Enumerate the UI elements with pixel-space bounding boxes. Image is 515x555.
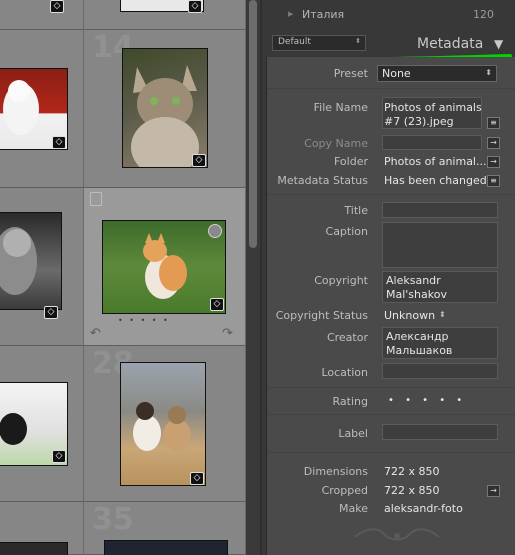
grid-cell[interactable]: ◇ <box>0 188 84 346</box>
folder-label: Folder <box>334 155 368 168</box>
title-label: Title <box>344 204 368 217</box>
photo-thumbnail[interactable] <box>0 212 62 310</box>
metadata-status-value: Has been changed <box>384 174 487 187</box>
expand-triangle-icon[interactable]: ▶ <box>288 10 293 18</box>
photo-thumbnail[interactable] <box>122 48 208 177</box>
copy-name-field[interactable] <box>382 135 482 150</box>
metadata-tag-icon: ◇ <box>190 472 204 485</box>
two-cats-photo <box>133 402 191 451</box>
collapse-triangle-icon[interactable]: ▼ <box>494 37 503 51</box>
rating-label: Rating <box>332 395 368 408</box>
grid-cell[interactable]: ◇ <box>0 346 84 502</box>
collection-count: 120 <box>473 8 494 21</box>
dropdown-value: Default <box>278 37 311 47</box>
up-down-arrows-icon: ⬍ <box>355 37 361 45</box>
creator-label: Creator <box>326 331 368 344</box>
flag-icon[interactable] <box>90 192 102 206</box>
divider <box>267 452 515 453</box>
metadata-status-label: Metadata Status <box>277 174 368 187</box>
make-label: Make <box>339 502 368 515</box>
grid-cell-selected[interactable]: 21 ◇ • • • • • ↶ ↷ <box>84 188 246 346</box>
divider <box>267 194 515 195</box>
grid-cell[interactable] <box>0 502 84 555</box>
tabby-cat-photo <box>131 65 199 177</box>
metadata-tag-icon: ◇ <box>188 0 202 13</box>
metadata-panel: Preset None ⬍ File Name Photos of animal… <box>266 57 515 555</box>
preset-label: Preset <box>333 67 368 80</box>
file-name-line1: Photos of animals <box>384 101 482 114</box>
photo-thumbnail[interactable] <box>104 540 228 555</box>
caption-field[interactable] <box>382 222 498 268</box>
preset-value: None <box>382 67 411 80</box>
location-field[interactable] <box>382 363 498 379</box>
photo-grid: ◇ ◇ ◇ 14 ◇ ◇ 21 ◇ • • • • • ↶ ↷ ◇ 28 ◇ 3… <box>0 0 246 555</box>
star-rating-dots[interactable]: • • • • • <box>118 316 170 325</box>
longhair-cat-photo <box>0 227 37 295</box>
grid-cell[interactable]: ◇ <box>84 0 246 30</box>
divider <box>267 387 515 388</box>
copy-name-label: Copy Name <box>304 137 368 150</box>
cell-number: 35 <box>92 502 134 537</box>
title-field[interactable] <box>382 202 498 218</box>
metadata-tag-icon: ◇ <box>210 298 224 311</box>
preset-select[interactable]: None ⬍ <box>377 65 497 82</box>
copyright-line1: Aleksandr <box>386 274 441 287</box>
ginger-cat-photo <box>143 233 187 299</box>
copyright-status-label: Copyright Status <box>275 309 368 322</box>
label-field[interactable] <box>382 424 498 440</box>
collection-name[interactable]: Италия <box>302 8 344 21</box>
folder-arrow-icon[interactable]: → <box>487 156 500 168</box>
metadata-status-list-icon[interactable]: ≡ <box>487 175 500 187</box>
metadata-tag-icon: ◇ <box>52 136 66 149</box>
photo-thumbnail[interactable] <box>120 362 206 486</box>
location-label: Location <box>321 366 368 379</box>
right-panel: ▶ Италия 120 Default ⬍ Metadata ▼ Preset… <box>262 0 515 555</box>
metadata-preset-dropdown[interactable]: Default ⬍ <box>272 35 366 51</box>
grid-cell[interactable]: 35 <box>84 502 246 555</box>
grid-cell[interactable]: 14 ◇ <box>84 30 246 188</box>
photo-thumbnail[interactable] <box>102 220 226 314</box>
grid-cell[interactable]: 28 ◇ <box>84 346 246 502</box>
copy-name-arrow-icon[interactable]: → <box>487 137 500 149</box>
up-down-arrows-icon: ⬍ <box>485 68 492 77</box>
metadata-tag-icon: ◇ <box>50 0 64 13</box>
scrollbar-thumb[interactable] <box>249 0 257 248</box>
copyright-label: Copyright <box>314 274 368 287</box>
grid-cell[interactable]: ◇ <box>0 30 84 188</box>
file-name-list-icon[interactable]: ≡ <box>487 117 500 129</box>
quick-collection-circle-icon[interactable] <box>208 224 222 238</box>
photo-thumbnail[interactable] <box>0 542 68 555</box>
grid-cell[interactable]: ◇ <box>0 0 84 30</box>
rating-dots[interactable]: • • • • • <box>388 395 466 406</box>
grid-scrollbar[interactable] <box>246 0 260 555</box>
rotate-left-icon[interactable]: ↶ <box>90 326 101 341</box>
cropped-arrow-icon[interactable]: → <box>487 485 500 497</box>
dimensions-label: Dimensions <box>303 465 368 478</box>
divider <box>267 414 515 415</box>
metadata-tag-icon: ◇ <box>192 154 206 167</box>
up-down-arrows-icon[interactable]: ⬍ <box>439 310 446 319</box>
file-name-label: File Name <box>313 101 368 114</box>
file-name-line2: #7 (23).jpeg <box>384 115 454 128</box>
caption-label: Caption <box>325 225 368 238</box>
make-value: aleksandr-foto <box>384 502 463 515</box>
copyright-status-value[interactable]: Unknown <box>384 309 435 322</box>
divider <box>267 88 515 89</box>
dimensions-value: 722 x 850 <box>384 465 440 478</box>
creator-line2: Мальшаков <box>386 344 453 357</box>
folder-value: Photos of animal... <box>384 155 487 168</box>
copyright-line2: Mal'shakov <box>386 288 447 301</box>
creator-line1: Александр <box>386 330 449 343</box>
cropped-value: 722 x 850 <box>384 484 440 497</box>
panel-end-ornament-icon <box>354 528 440 541</box>
cropped-label: Cropped <box>321 484 368 497</box>
metadata-tag-icon: ◇ <box>44 306 58 319</box>
rotate-right-icon[interactable]: ↷ <box>222 326 233 341</box>
metadata-tag-icon: ◇ <box>52 450 66 463</box>
label-label: Label <box>338 427 368 440</box>
